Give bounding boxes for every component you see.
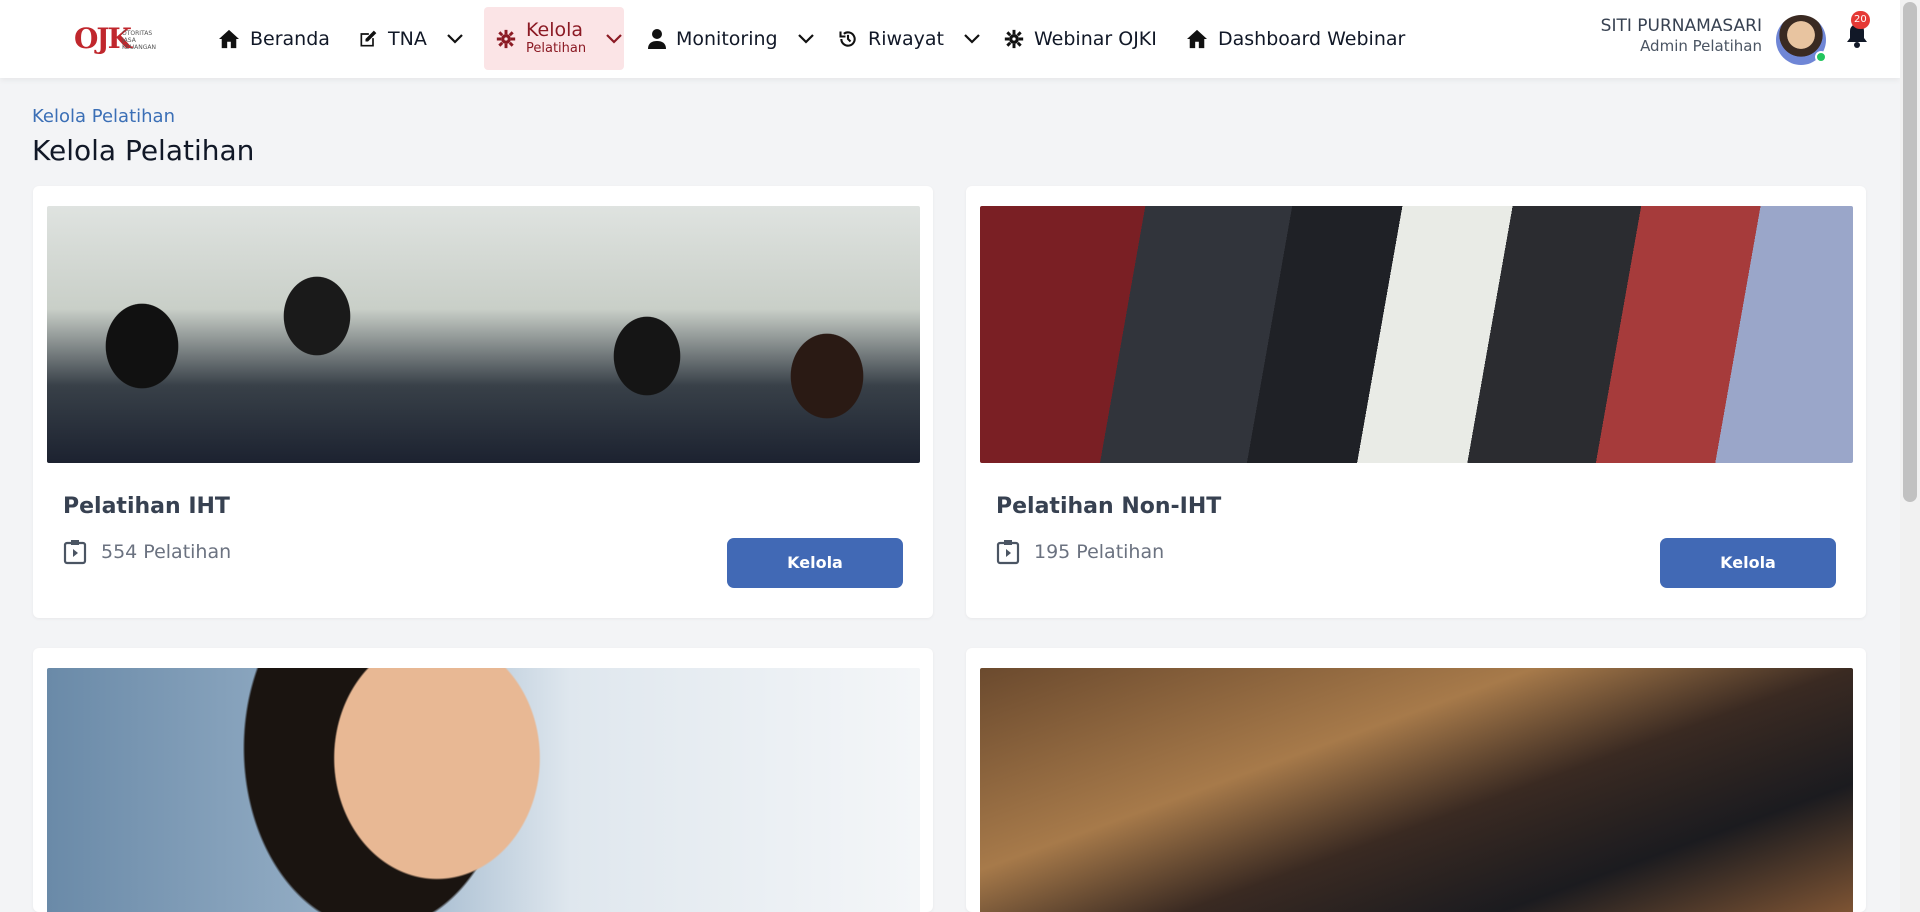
gear-icon — [496, 29, 516, 48]
online-status-dot — [1815, 51, 1827, 63]
card-count-label: 195 Pelatihan — [1034, 541, 1165, 563]
nav-webinar-ojki[interactable]: Webinar OJKI — [992, 7, 1169, 70]
nav-riwayat[interactable]: Riwayat — [826, 7, 992, 70]
chevron-down-icon — [797, 33, 814, 44]
nav-beranda-label: Beranda — [250, 27, 330, 50]
card-pelatihan-4 — [966, 648, 1866, 912]
nav-monitoring[interactable]: Monitoring — [636, 7, 826, 70]
nav-webinar-label: Webinar OJKI — [1034, 27, 1157, 50]
user-name: SITI PURNAMASARI — [1600, 16, 1762, 36]
home-icon — [1187, 29, 1207, 48]
nav-monitoring-label: Monitoring — [676, 27, 778, 50]
training-image — [980, 206, 1853, 463]
nav-riwayat-label: Riwayat — [868, 27, 944, 50]
notification-badge: 20 — [1851, 11, 1870, 29]
training-image — [980, 668, 1853, 912]
card-pelatihan-iht: Pelatihan IHT 554 Pelatihan Kelola — [33, 186, 933, 618]
card-title: Pelatihan IHT — [63, 494, 230, 519]
clipboard-icon — [63, 540, 87, 565]
chevron-down-icon — [606, 33, 622, 44]
training-image — [47, 206, 920, 463]
nav-tna-label: TNA — [388, 27, 427, 50]
nav-dashboard-label: Dashboard Webinar — [1218, 27, 1406, 50]
card-pelatihan-non-iht: Pelatihan Non-IHT 195 Pelatihan Kelola — [966, 186, 1866, 618]
user-icon — [648, 28, 666, 49]
nav-kelola[interactable]: Kelola Pelatihan — [484, 7, 624, 70]
nav-tna[interactable]: TNA — [346, 7, 475, 70]
kelola-button[interactable]: Kelola — [1660, 538, 1836, 588]
history-icon — [839, 30, 856, 47]
card-count: 554 Pelatihan — [63, 539, 231, 565]
chevron-down-icon — [964, 33, 980, 44]
top-navbar: OJK OTORITAS JASA KEUANGAN Beranda TNA K… — [0, 0, 1900, 78]
avatar[interactable] — [1776, 15, 1827, 65]
card-count-label: 554 Pelatihan — [101, 541, 232, 563]
user-role: Admin Pelatihan — [1640, 37, 1762, 56]
logo-text: OTORITAS JASA KEUANGAN — [122, 30, 156, 51]
scrollbar-thumb[interactable] — [1903, 2, 1917, 502]
scrollbar[interactable] — [1900, 0, 1920, 912]
clipboard-icon — [996, 540, 1020, 565]
training-image — [47, 668, 920, 912]
nav-kelola-label: Kelola — [526, 19, 584, 42]
page-title: Kelola Pelatihan — [32, 134, 255, 167]
nav-dashboard-webinar[interactable]: Dashboard Webinar — [1174, 7, 1417, 70]
kelola-button[interactable]: Kelola — [727, 538, 903, 588]
edit-icon — [360, 30, 377, 46]
chevron-down-icon — [447, 33, 463, 44]
nav-beranda[interactable]: Beranda — [206, 7, 342, 70]
user-info[interactable]: SITI PURNAMASARI Admin Pelatihan — [1601, 16, 1762, 56]
nav-kelola-sublabel: Pelatihan — [526, 40, 587, 56]
home-icon — [219, 29, 239, 48]
card-title: Pelatihan Non-IHT — [996, 494, 1222, 519]
ojk-logo[interactable]: OJK OTORITAS JASA KEUANGAN — [74, 20, 160, 58]
card-pelatihan-3 — [33, 648, 933, 912]
card-count: 195 Pelatihan — [996, 539, 1164, 565]
gear-icon — [1004, 29, 1024, 48]
breadcrumb[interactable]: Kelola Pelatihan — [32, 106, 175, 127]
